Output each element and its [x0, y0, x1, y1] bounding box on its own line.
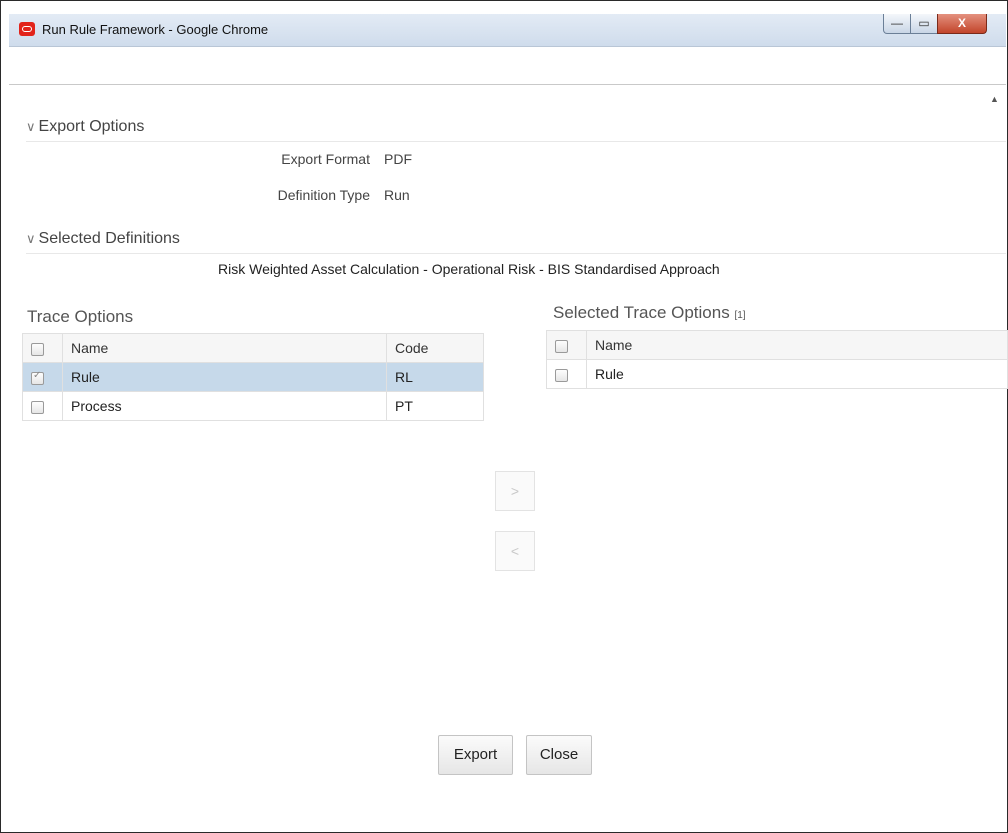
trace-options-title: Trace Options	[27, 307, 134, 326]
export-format-value: PDF	[384, 151, 412, 167]
select-all-checkbox[interactable]	[555, 339, 568, 353]
scroll-up-arrow-icon[interactable]: ▲	[990, 94, 999, 104]
export-options-title: Export Options	[38, 118, 145, 135]
add-to-selected-button[interactable]: >	[495, 471, 535, 511]
close-window-button[interactable]: X	[937, 14, 987, 34]
selected-count-badge: [1]	[734, 310, 746, 321]
window-title: Run Rule Framework - Google Chrome	[42, 22, 269, 37]
table-header-row: Name	[546, 330, 1008, 360]
row-name: Rule	[62, 362, 387, 392]
export-options-header[interactable]: ∨ Export Options	[26, 118, 1006, 142]
remove-from-selected-button[interactable]: <	[495, 531, 535, 571]
row-name: Process	[62, 391, 387, 421]
selected-trace-options-title: Selected Trace Options [1]	[553, 303, 746, 323]
trace-options-table: Name Code Rule RL Process PT	[22, 333, 484, 421]
code-column-header[interactable]: Code	[386, 333, 484, 363]
export-button[interactable]: Export	[438, 735, 513, 775]
selected-definitions-header[interactable]: ∨ Selected Definitions	[26, 230, 1006, 254]
definition-type-value: Run	[384, 187, 410, 203]
row-checkbox[interactable]	[31, 370, 44, 385]
chevron-down-icon: ∨	[26, 231, 36, 246]
title-bar: Run Rule Framework - Google Chrome — ▭ X	[9, 14, 1006, 47]
oracle-app-icon	[19, 22, 35, 36]
row-checkbox[interactable]	[555, 368, 568, 382]
selected-definition-item: Risk Weighted Asset Calculation - Operat…	[218, 261, 720, 277]
table-row[interactable]: Rule	[546, 359, 1008, 389]
select-all-checkbox[interactable]	[31, 342, 44, 356]
table-row[interactable]: Rule RL	[22, 362, 484, 392]
table-row[interactable]: Process PT	[22, 391, 484, 421]
row-checkbox[interactable]	[31, 400, 44, 414]
browser-toolbar	[9, 47, 1006, 85]
name-column-header[interactable]: Name	[586, 330, 1008, 360]
close-button[interactable]: Close	[526, 735, 592, 775]
export-format-label: Export Format	[281, 151, 370, 167]
row-code: PT	[386, 391, 484, 421]
maximize-button[interactable]: ▭	[910, 14, 938, 34]
row-checkbox-cell[interactable]	[22, 391, 63, 421]
selected-trace-options-label: Selected Trace Options	[553, 303, 730, 322]
definition-type-label: Definition Type	[277, 187, 370, 203]
row-checkbox-cell[interactable]	[22, 362, 63, 392]
table-header-row: Name Code	[22, 333, 484, 363]
selected-trace-options-table: Name Rule	[546, 330, 1008, 389]
select-all-cell[interactable]	[22, 333, 63, 363]
row-code: RL	[386, 362, 484, 392]
row-checkbox-cell[interactable]	[546, 359, 587, 389]
select-all-cell[interactable]	[546, 330, 587, 360]
name-column-header[interactable]: Name	[62, 333, 387, 363]
minimize-button[interactable]: —	[883, 14, 911, 34]
row-name: Rule	[586, 359, 1008, 389]
selected-definitions-title: Selected Definitions	[38, 230, 180, 247]
chevron-down-icon: ∨	[26, 119, 36, 134]
